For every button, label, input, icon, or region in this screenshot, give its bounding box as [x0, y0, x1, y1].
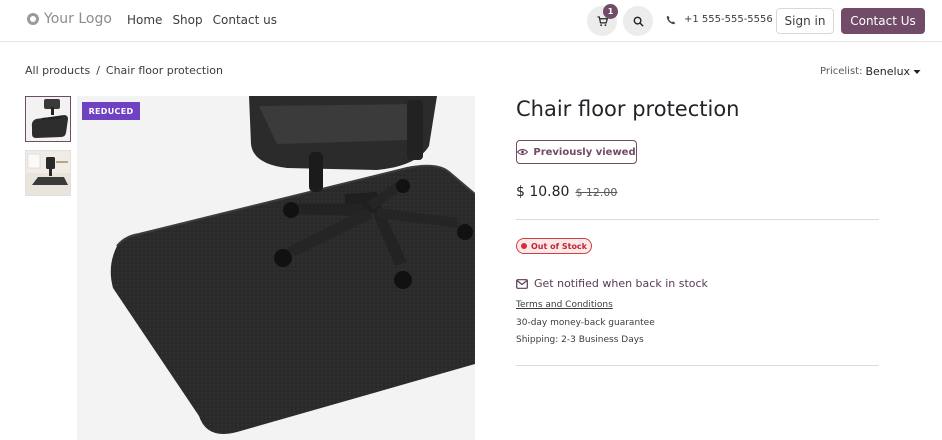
thumbnail-mat-image [26, 97, 70, 141]
logo-mark-icon [27, 13, 39, 25]
current-price: $ 10.80 [516, 184, 570, 200]
notify-back-in-stock-link[interactable]: Get notified when back in stock [516, 277, 708, 290]
divider [516, 365, 879, 366]
reduced-ribbon: REDUCED [82, 102, 140, 120]
thumbnail-2[interactable] [25, 150, 71, 196]
nav-home[interactable]: Home [127, 13, 162, 27]
previously-viewed-label: Previously viewed [533, 146, 636, 158]
logo-text: Your Logo [44, 11, 112, 27]
contact-us-button[interactable]: Contact Us [841, 8, 925, 34]
search-icon [633, 16, 644, 27]
phone-link[interactable]: +1 555-555-5556 [666, 14, 773, 25]
breadcrumb: All products / Chair floor protection [25, 64, 223, 77]
pricelist-label: Pricelist: [820, 66, 863, 77]
cart-button[interactable]: 1 [587, 4, 618, 36]
sign-in-button[interactable]: Sign in [776, 8, 834, 34]
product-title: Chair floor protection [516, 97, 740, 121]
nav-shop[interactable]: Shop [172, 13, 202, 27]
phone-number: +1 555-555-5556 [684, 14, 773, 25]
breadcrumb-separator: / [96, 64, 100, 77]
eye-icon [517, 148, 529, 156]
envelope-icon [516, 278, 528, 289]
search-button[interactable] [623, 6, 653, 36]
breadcrumb-all-products[interactable]: All products [25, 64, 90, 77]
product-main-image[interactable] [77, 96, 475, 440]
guarantee-text: 30-day money-back guarantee [516, 318, 655, 328]
cart-count-badge: 1 [603, 4, 618, 19]
notify-label: Get notified when back in stock [534, 277, 708, 290]
pricelist-dropdown[interactable]: Pricelist: Benelux [820, 65, 921, 78]
old-price: $ 12.00 [575, 186, 618, 199]
main-nav: Home Shop Contact us [127, 13, 277, 27]
thumbnail-room-image [26, 151, 70, 195]
logo[interactable]: Your Logo [26, 11, 112, 27]
caret-down-icon [913, 69, 921, 74]
previously-viewed-button[interactable]: Previously viewed [516, 140, 637, 164]
breadcrumb-current: Chair floor protection [105, 64, 223, 77]
stock-status-label: Out of Stock [530, 241, 587, 251]
thumbnail-1[interactable] [25, 96, 71, 142]
out-of-stock-badge: Out of Stock [516, 238, 592, 254]
site-header: Your Logo Home Shop Contact us 1 +1 555-… [0, 0, 942, 42]
stock-status-dot-icon [520, 243, 527, 249]
product-photo [77, 96, 475, 440]
price-block: $ 10.80 $ 12.00 [516, 184, 617, 200]
divider [516, 219, 879, 220]
shipping-text: Shipping: 2-3 Business Days [516, 335, 644, 345]
pricelist-value: Benelux [865, 65, 911, 78]
terms-and-conditions-link[interactable]: Terms and Conditions [516, 300, 613, 310]
nav-contact[interactable]: Contact us [213, 13, 277, 27]
phone-icon [666, 15, 676, 24]
